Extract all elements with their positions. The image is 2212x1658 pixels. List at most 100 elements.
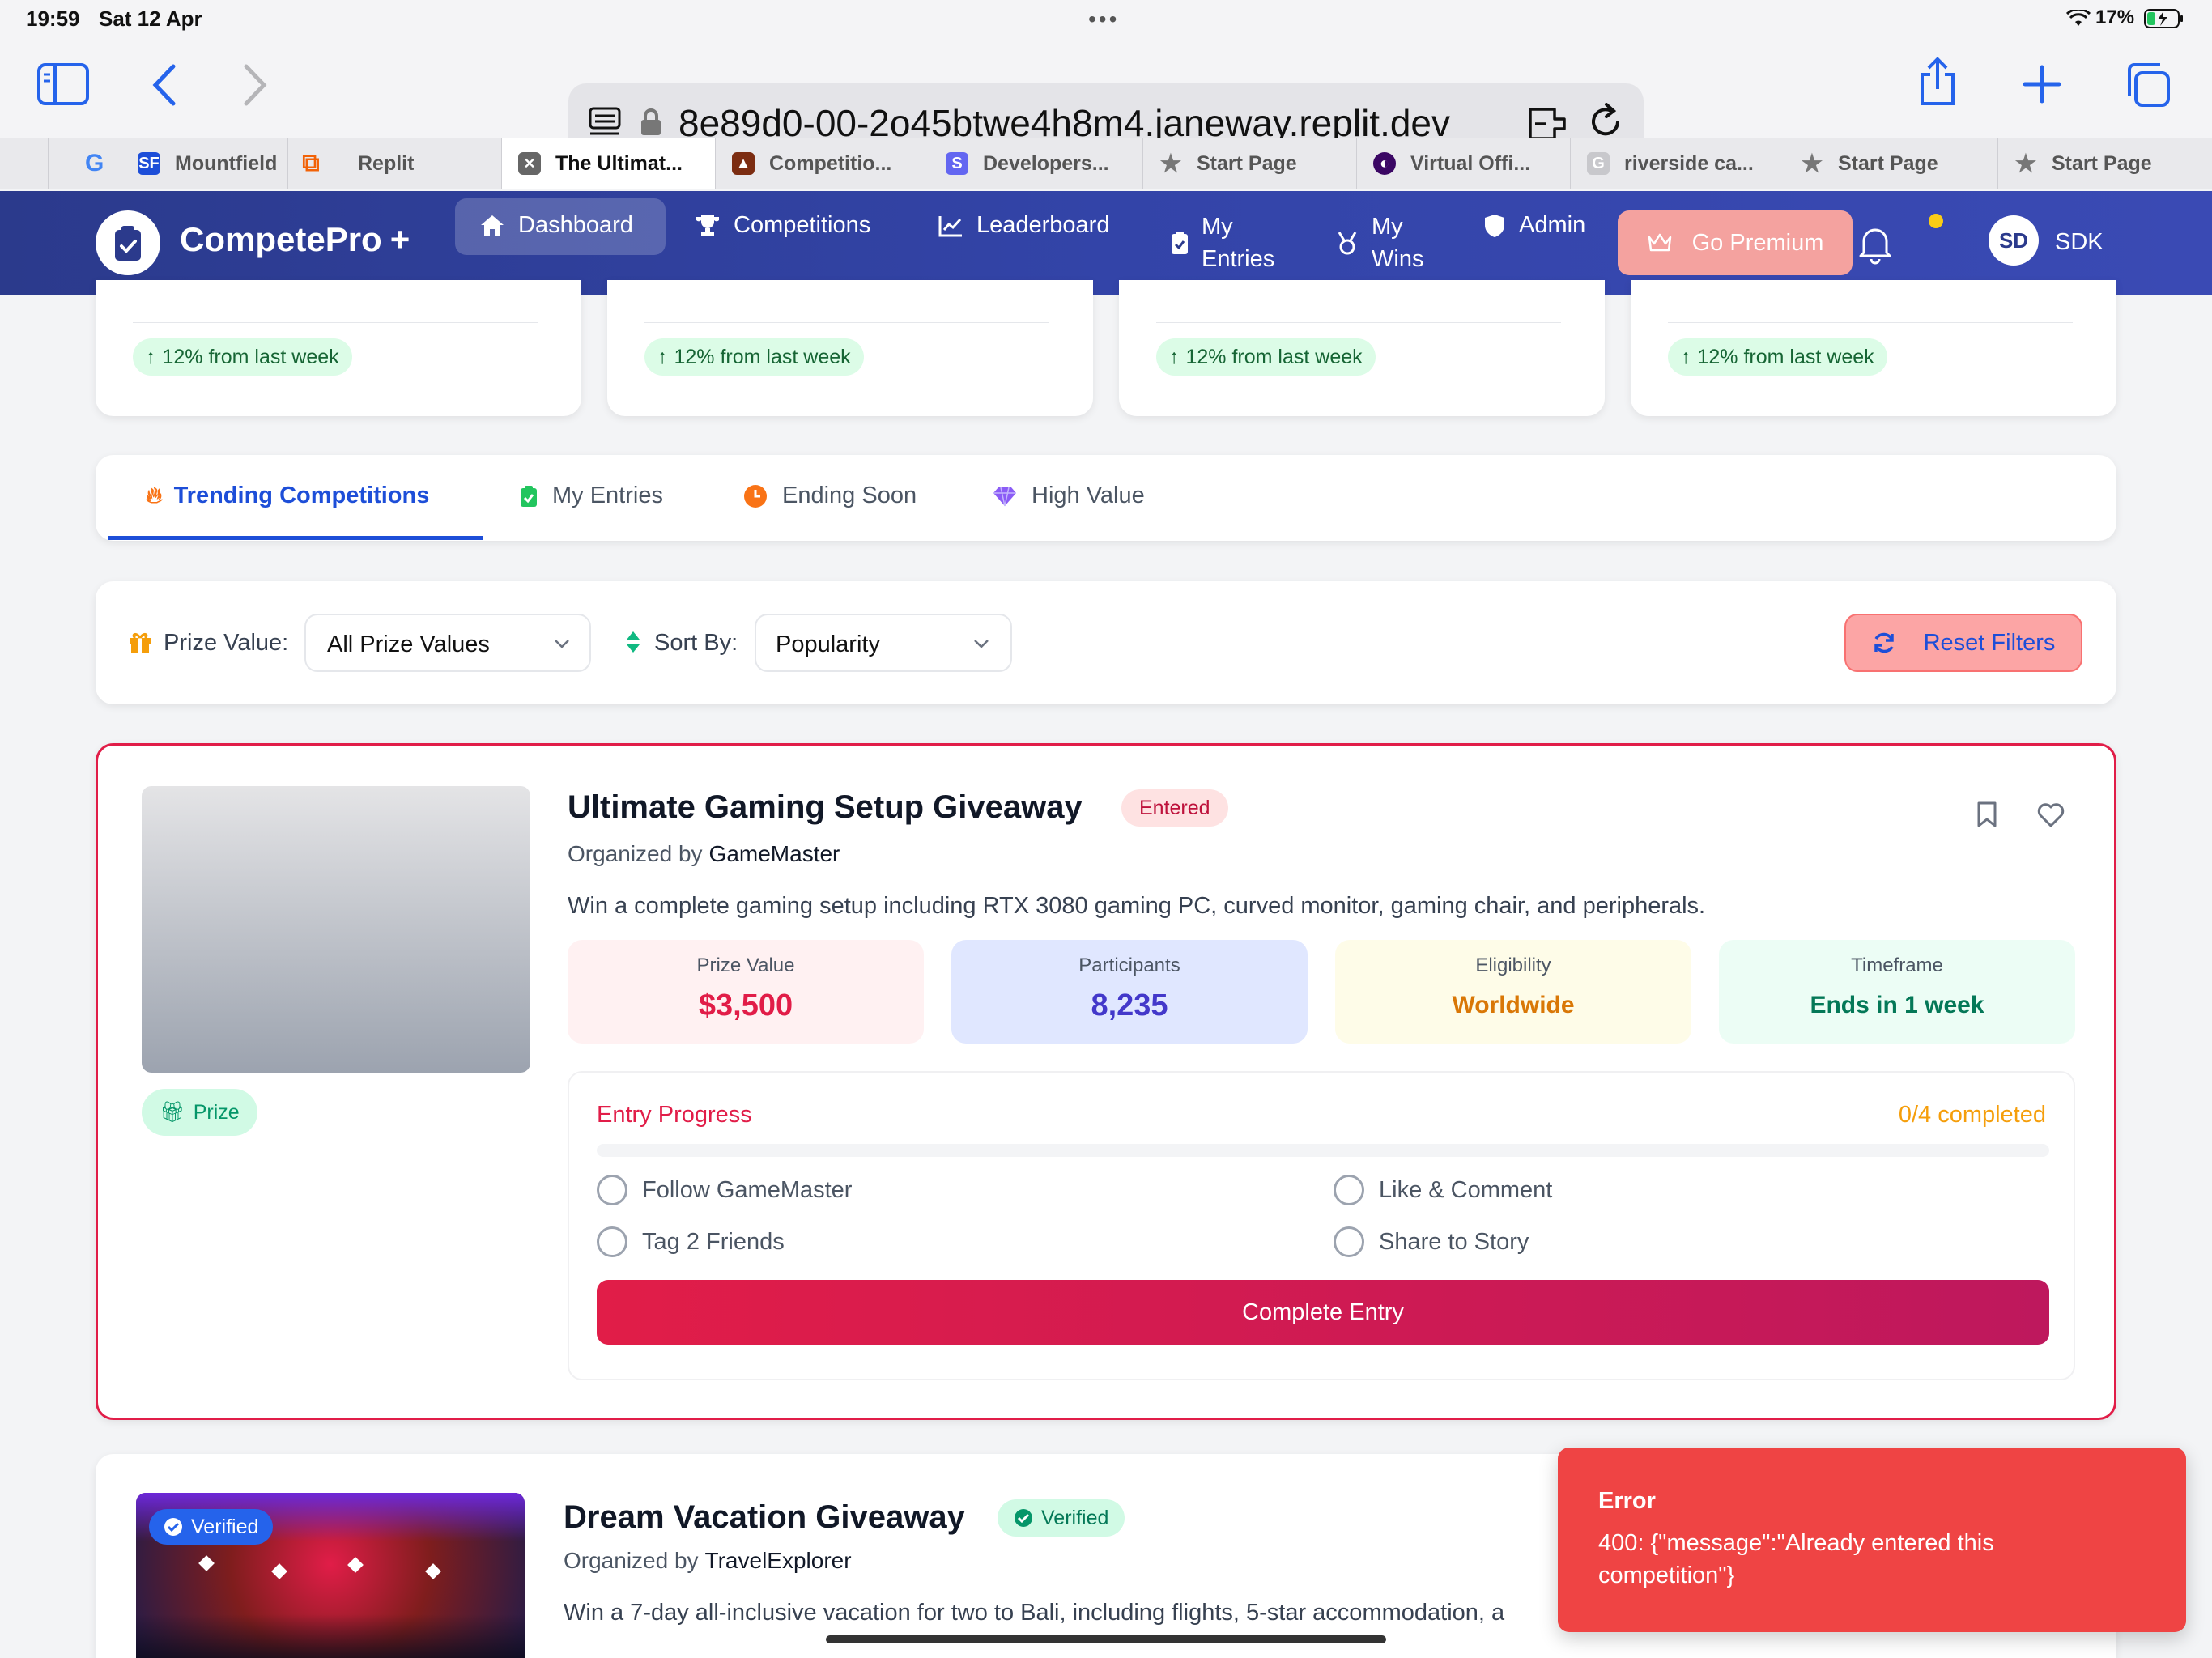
chart-line-icon (938, 215, 962, 236)
riverside-favicon-icon: G (1587, 152, 1610, 175)
prize-value-select[interactable]: All Prize Values (304, 614, 591, 672)
tab-trending[interactable]: 🔥︎ Trending Competitions (146, 483, 429, 509)
tab-the-ultimate[interactable]: ✕ The Ultimat... (502, 138, 716, 189)
brand-logo[interactable] (96, 210, 160, 275)
tab-start-page-3[interactable]: ★ Start Page (1998, 138, 2212, 189)
tab-high-value[interactable]: High Value (993, 483, 1145, 509)
star-icon: ★ (1801, 150, 1823, 177)
forward-icon[interactable] (241, 63, 269, 107)
virtual-office-favicon-icon: ◐ (1373, 152, 1396, 175)
competition-title[interactable]: Dream Vacation Giveaway (564, 1499, 965, 1536)
browser-toolbar: 8e89d0-00-2o45btwe4h8m4.janeway.replit.d… (0, 39, 2212, 161)
tab-virtual-office[interactable]: ◐ Virtual Offi... (1357, 138, 1571, 189)
replit-icon: ⧉ (302, 150, 320, 176)
shield-icon (1485, 214, 1504, 237)
concert-image[interactable]: Verified (136, 1493, 525, 1658)
participants-box: Participants 8,235 (951, 940, 1308, 1044)
tab-ending-soon[interactable]: Ending Soon (743, 483, 917, 509)
nav-competitions[interactable]: Competitions (695, 212, 870, 239)
fire-icon: 🔥︎ (146, 483, 163, 508)
lock-icon (641, 108, 661, 135)
back-icon[interactable] (151, 63, 178, 107)
tab-developers[interactable]: S Developers... (929, 138, 1143, 189)
gift-icon (130, 632, 151, 653)
organizer-link[interactable]: GameMaster (709, 841, 840, 867)
star-icon: ★ (2014, 150, 2037, 177)
gift-icon: 🎁︎ (160, 1100, 185, 1124)
task-checkbox[interactable] (597, 1175, 627, 1205)
trend-pill: ↑ 12% from last week (1156, 338, 1376, 376)
trend-pill: ↑ 12% from last week (644, 338, 864, 376)
timeframe-box: Timeframe Ends in 1 week (1719, 940, 2075, 1044)
browser-tab-strip: G SF Mountfield ⧉ Replit ✕ The Ultimat..… (0, 138, 2212, 189)
progress-count: 0/4 completed (1898, 1102, 2046, 1128)
star-icon: ★ (1159, 150, 1182, 177)
reload-icon[interactable] (1587, 103, 1624, 142)
heart-icon[interactable] (2036, 802, 2065, 828)
toast-title: Error (1598, 1488, 1656, 1514)
tab-start-page-1[interactable]: ★ Start Page (1143, 138, 1357, 189)
app-navbar: CompetePro + Dashboard Competitions Lead… (0, 191, 2212, 295)
task-like-comment[interactable]: Like & Comment (1334, 1175, 1552, 1205)
battery-percent: 17% (2095, 6, 2135, 28)
nav-leaderboard[interactable]: Leaderboard (938, 212, 1109, 239)
user-name[interactable]: SDK (2055, 229, 2104, 256)
tab-riverside[interactable]: G riverside ca... (1571, 138, 1784, 189)
tab-google[interactable]: G (70, 138, 121, 189)
nav-my-entries[interactable]: My Entries (1171, 210, 1274, 275)
wifi-icon (2066, 10, 2091, 26)
go-premium-button[interactable]: Go Premium (1618, 210, 1853, 275)
nav-admin[interactable]: Admin (1483, 212, 1585, 239)
tab-replit[interactable]: ⧉ Replit (288, 138, 502, 189)
tab-overview-icon[interactable] (2125, 62, 2172, 108)
chevron-down-icon (555, 640, 569, 648)
bookmark-icon[interactable] (1976, 801, 1997, 828)
organizer-link[interactable]: TravelExplorer (705, 1548, 852, 1574)
task-share-story[interactable]: Share to Story (1334, 1226, 1529, 1257)
trend-pill: ↑ 12% from last week (133, 338, 352, 376)
competition-image[interactable] (142, 786, 530, 1073)
nav-my-wins[interactable]: My Wins (1336, 210, 1423, 275)
tab-start-page-2[interactable]: ★ Start Page (1784, 138, 1998, 189)
arrow-up-icon: ↑ (657, 345, 668, 368)
trend-pill: ↑ 12% from last week (1668, 338, 1887, 376)
close-tab-icon[interactable]: ✕ (518, 152, 541, 175)
multitask-dots-icon[interactable]: ••• (1088, 6, 1119, 32)
stat-card-2: ↑ 12% from last week (607, 280, 1093, 416)
sort-icon (627, 631, 640, 653)
bell-icon[interactable] (1856, 223, 1895, 266)
reset-filters-button[interactable]: Reset Filters (1844, 614, 2082, 672)
tab-mountfield[interactable]: SF Mountfield (121, 138, 288, 189)
verified-overlay-badge: Verified (149, 1509, 274, 1545)
task-checkbox[interactable] (597, 1226, 627, 1257)
sidebar-toggle-icon[interactable] (37, 63, 89, 105)
new-tab-icon[interactable] (2023, 65, 2061, 104)
extension-icon[interactable] (1527, 104, 1568, 142)
task-checkbox[interactable] (1334, 1226, 1364, 1257)
task-checkbox[interactable] (1334, 1175, 1364, 1205)
check-circle-icon (1015, 1509, 1032, 1527)
error-toast[interactable]: Error 400: {"message":"Already entered t… (1558, 1448, 2186, 1632)
status-date: Sat 12 Apr (99, 6, 202, 31)
sort-select[interactable]: Popularity (755, 614, 1012, 672)
tab-competitions[interactable]: ▲ Competitio... (716, 138, 929, 189)
share-icon[interactable] (1917, 57, 1958, 107)
task-follow[interactable]: Follow GameMaster (597, 1175, 852, 1205)
competition-description: Win a complete gaming setup including RT… (568, 893, 1706, 919)
reader-icon[interactable] (588, 106, 622, 142)
entry-progress-label: Entry Progress (597, 1102, 752, 1128)
brand-name[interactable]: CompetePro + (180, 220, 410, 259)
tab-my-entries[interactable]: My Entries (520, 483, 663, 509)
status-bar: 19:59 Sat 12 Apr ••• 17% (0, 0, 2212, 39)
organizer-line: Organized by TravelExplorer (564, 1548, 852, 1574)
competition-title[interactable]: Ultimate Gaming Setup Giveaway (568, 789, 1083, 826)
complete-entry-button[interactable]: Complete Entry (597, 1280, 2049, 1345)
home-indicator[interactable] (826, 1635, 1386, 1643)
tab-partial[interactable] (0, 138, 49, 189)
avatar[interactable]: SD (1989, 215, 2039, 266)
task-tag-friends[interactable]: Tag 2 Friends (597, 1226, 785, 1257)
organizer-line: Organized by GameMaster (568, 841, 840, 867)
clipboard-check-icon (1172, 232, 1188, 254)
stat-card-1: ↑ 12% from last week (96, 280, 581, 416)
nav-dashboard[interactable]: Dashboard (479, 212, 633, 239)
